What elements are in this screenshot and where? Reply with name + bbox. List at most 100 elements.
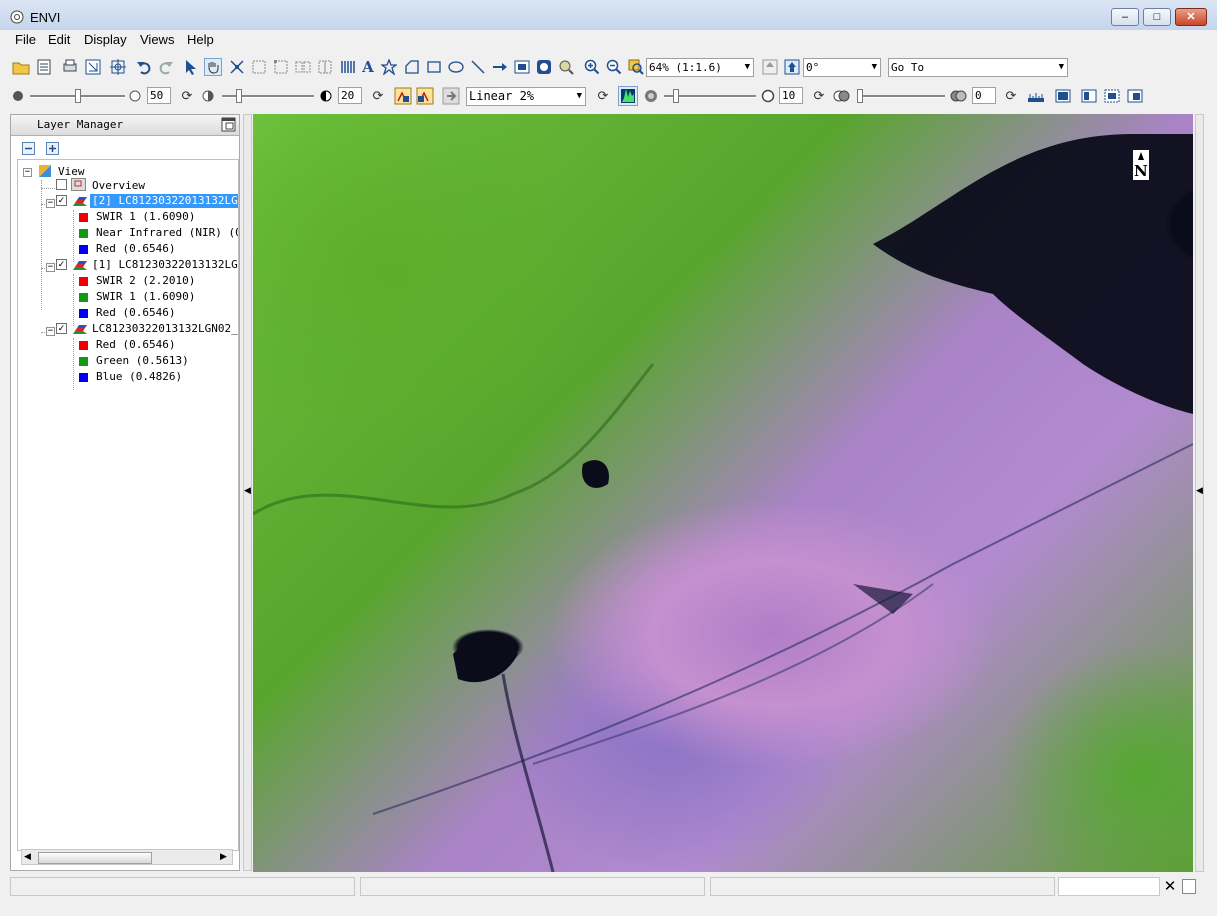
rectangle-annotation-icon[interactable]: [425, 58, 443, 76]
layer-visibility-checkbox[interactable]: ✓: [56, 323, 67, 334]
ellipse-annotation-icon[interactable]: [447, 58, 465, 76]
zoom-to-icon[interactable]: [627, 58, 645, 76]
select-arrow-icon[interactable]: [182, 58, 200, 76]
band-label[interactable]: Red (0.6546): [96, 338, 175, 352]
data-manager-icon[interactable]: [35, 58, 53, 76]
view-layout-icon[interactable]: [1080, 87, 1098, 105]
layer-visibility-checkbox[interactable]: ✓: [56, 195, 67, 206]
export-icon[interactable]: [84, 58, 102, 76]
brightness-slider-thumb[interactable]: [75, 89, 81, 103]
stretch-type-select[interactable]: Linear 2% ▼: [466, 87, 586, 106]
view-vertical-scrollbar[interactable]: ◀: [1195, 114, 1204, 872]
rotate-up-icon[interactable]: [761, 58, 779, 76]
band-label[interactable]: SWIR 1 (1.6090): [96, 210, 195, 224]
scrollbar-thumb[interactable]: [38, 852, 152, 864]
print-icon[interactable]: [61, 58, 79, 76]
menu-display[interactable]: Display: [82, 32, 129, 47]
text-annotation-icon[interactable]: A: [359, 58, 377, 76]
tree-overview[interactable]: Overview: [92, 179, 145, 193]
symbol-annotation-icon[interactable]: [380, 58, 398, 76]
reset-brightness-icon[interactable]: ⟳: [178, 87, 196, 105]
line-annotation-icon[interactable]: [469, 58, 487, 76]
collapse-left-icon[interactable]: ◀: [244, 485, 251, 496]
band-label[interactable]: SWIR 2 (2.2010): [96, 274, 195, 288]
chip-view-icon[interactable]: [1103, 87, 1121, 105]
contrast-slider-thumb[interactable]: [236, 89, 242, 103]
grid-lines-icon[interactable]: [339, 58, 357, 76]
panel-splitter-left[interactable]: ◀: [243, 114, 252, 871]
view-collapse-toggle[interactable]: −: [23, 168, 32, 177]
sharpen-value-field[interactable]: 10: [779, 87, 803, 104]
band-label[interactable]: Green (0.5613): [96, 354, 189, 368]
zoom-out-icon[interactable]: [605, 58, 623, 76]
band-label[interactable]: Near Infrared (NIR) (0.: [96, 226, 238, 240]
redo-icon[interactable]: [157, 58, 175, 76]
stretch-histogram-icon[interactable]: [394, 87, 412, 105]
collapse-all-icon[interactable]: [22, 142, 35, 155]
stretch-arrow-icon[interactable]: [442, 87, 460, 105]
single-view-icon[interactable]: [1054, 87, 1072, 105]
band-label[interactable]: Blue (0.4826): [96, 370, 182, 384]
rectangle-select-icon[interactable]: [250, 58, 268, 76]
band-label[interactable]: Red (0.6546): [96, 306, 175, 320]
split-icon[interactable]: [316, 58, 334, 76]
arrow-annotation-icon[interactable]: [491, 58, 509, 76]
reset-contrast-icon[interactable]: ⟳: [369, 87, 387, 105]
polygon-annotation-icon[interactable]: [403, 58, 421, 76]
menu-views[interactable]: Views: [138, 32, 176, 47]
scroll-left-icon[interactable]: ◀: [24, 851, 31, 862]
overview-checkbox[interactable]: [56, 179, 67, 190]
layer-visibility-checkbox[interactable]: ✓: [56, 259, 67, 270]
zoom-in-icon[interactable]: [583, 58, 601, 76]
cancel-process-icon[interactable]: ✕: [1161, 878, 1179, 895]
transparency-value-field[interactable]: 0: [972, 87, 996, 104]
goto-select[interactable]: Go To ▼: [888, 58, 1068, 77]
crosshair-icon[interactable]: [109, 58, 127, 76]
undock-icon[interactable]: [221, 117, 236, 132]
north-up-icon[interactable]: [783, 58, 801, 76]
measure-ruler-icon[interactable]: [1027, 87, 1045, 105]
undo-icon[interactable]: [135, 58, 153, 76]
pan-hand-icon[interactable]: [204, 58, 222, 76]
portal-icon[interactable]: [535, 58, 553, 76]
contrast-value-field[interactable]: 20: [338, 87, 362, 104]
sharpen-slider-thumb[interactable]: [673, 89, 679, 103]
pixel-locator-icon[interactable]: [557, 58, 575, 76]
zoom-select[interactable]: 64% (1:1.6) ▼: [646, 58, 754, 77]
scroll-right-icon[interactable]: ▶: [220, 851, 227, 862]
layer-collapse-toggle[interactable]: −: [46, 263, 55, 272]
menu-file[interactable]: File: [13, 32, 38, 47]
tree-root-view[interactable]: View: [58, 165, 85, 179]
menu-help[interactable]: Help: [185, 32, 216, 47]
reset-stretch-icon[interactable]: ⟳: [594, 87, 612, 105]
local-stretch-icon[interactable]: [416, 87, 434, 105]
minimize-button[interactable]: –: [1111, 8, 1139, 26]
layer-name[interactable]: LC81230322013132LGN02_M: [90, 322, 238, 336]
transparency-slider[interactable]: [857, 95, 945, 98]
open-folder-icon[interactable]: [12, 58, 30, 76]
join-icon[interactable]: [294, 58, 312, 76]
collapse-right-icon[interactable]: ◀: [1196, 485, 1203, 496]
vertex-edit-icon[interactable]: [272, 58, 290, 76]
layer-tree-horizontal-scrollbar[interactable]: ◀ ▶: [21, 849, 233, 865]
transparency-slider-thumb[interactable]: [857, 89, 863, 103]
menu-edit[interactable]: Edit: [46, 32, 72, 47]
expand-all-icon[interactable]: [46, 142, 59, 155]
layer-collapse-toggle[interactable]: −: [46, 327, 55, 336]
rotation-select[interactable]: 0° ▼: [803, 58, 881, 77]
maximize-button[interactable]: □: [1143, 8, 1171, 26]
layer-collapse-toggle[interactable]: −: [46, 199, 55, 208]
process-manager-icon[interactable]: [1182, 879, 1196, 894]
close-button[interactable]: ✕: [1175, 8, 1207, 26]
histogram-icon[interactable]: [618, 86, 638, 106]
reset-sharpen-icon[interactable]: ⟳: [810, 87, 828, 105]
layer-name[interactable]: [1] LC81230322013132LGN: [90, 258, 238, 272]
fly-icon[interactable]: [228, 58, 246, 76]
layer-name[interactable]: [2] LC81230322013132LGN: [90, 194, 238, 208]
reset-transparency-icon[interactable]: ⟳: [1002, 87, 1020, 105]
brightness-value-field[interactable]: 50: [147, 87, 171, 104]
band-label[interactable]: SWIR 1 (1.6090): [96, 290, 195, 304]
band-label[interactable]: Red (0.6546): [96, 242, 175, 256]
full-extent-icon[interactable]: [1126, 87, 1144, 105]
image-view[interactable]: N: [253, 114, 1193, 872]
